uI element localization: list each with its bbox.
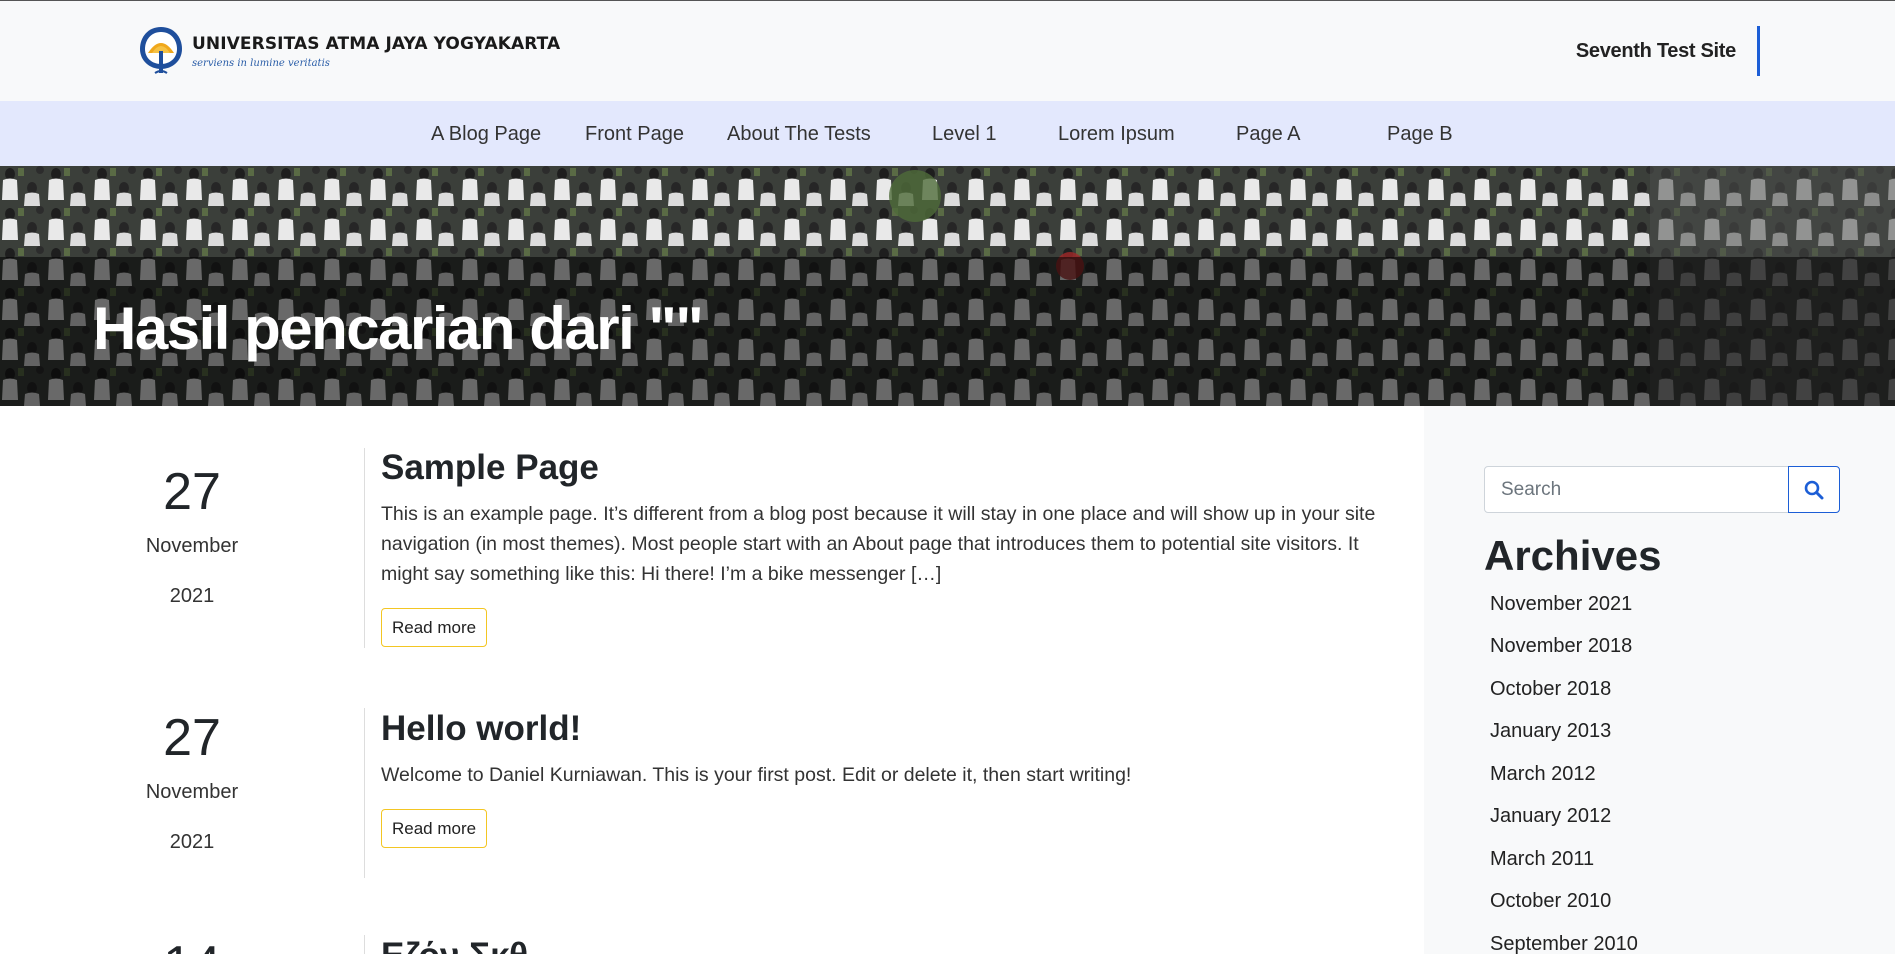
post-divider	[364, 708, 365, 878]
archive-link[interactable]: November 2021	[1490, 593, 1632, 616]
post-title[interactable]: Hello world!	[381, 709, 581, 749]
sidebar: Archives November 2021 November 2018 Oct…	[1424, 406, 1895, 954]
post-date-month: November	[145, 781, 239, 803]
main-navigation: A Blog Page Front Page About The Tests L…	[0, 101, 1895, 166]
site-title[interactable]: Seventh Test Site	[1576, 40, 1736, 63]
site-logo[interactable]: UNIVERSITAS ATMA JAYA YOGYAKARTA servien…	[138, 25, 560, 77]
post-divider	[364, 935, 365, 954]
post-date-day: 27	[163, 709, 221, 767]
nav-item-page-a[interactable]: Page A	[1236, 123, 1301, 146]
archive-link[interactable]: January 2012	[1490, 805, 1611, 828]
search-icon	[1804, 480, 1824, 499]
site-title-accent-bar	[1757, 26, 1760, 76]
nav-item-page-b[interactable]: Page B	[1387, 123, 1453, 146]
search-input[interactable]	[1484, 466, 1789, 513]
archive-link[interactable]: March 2011	[1490, 848, 1594, 871]
read-more-button[interactable]: Read more	[381, 608, 488, 647]
logo-motto: serviens in lumine veritatis	[192, 57, 330, 69]
archive-link[interactable]: October 2010	[1490, 890, 1611, 913]
nav-item-front-page[interactable]: Front Page	[585, 123, 684, 146]
nav-item-a-blog-page[interactable]: A Blog Page	[431, 123, 541, 146]
site-header: UNIVERSITAS ATMA JAYA YOGYAKARTA servien…	[0, 0, 1895, 101]
post-date-month: November	[145, 535, 239, 557]
archives-heading: Archives	[1484, 532, 1662, 579]
post-divider	[364, 448, 365, 648]
archive-link[interactable]: January 2013	[1490, 720, 1611, 743]
logo-name: UNIVERSITAS ATMA JAYA YOGYAKARTA	[192, 33, 561, 54]
archive-link[interactable]: October 2018	[1490, 678, 1611, 701]
archive-link[interactable]: March 2012	[1490, 763, 1596, 786]
post-excerpt: Welcome to Daniel Kurniawan. This is you…	[381, 764, 1132, 786]
search-button[interactable]	[1788, 466, 1840, 513]
archive-link[interactable]: November 2018	[1490, 635, 1632, 658]
university-emblem-icon	[140, 27, 182, 74]
post-date-day: 27	[163, 463, 221, 521]
post-title[interactable]: Εζόν Σκθ	[381, 936, 528, 954]
nav-item-about-the-tests[interactable]: About The Tests	[727, 123, 871, 146]
post-date-day: 14	[92, 935, 292, 954]
archive-link[interactable]: September 2010	[1490, 933, 1638, 954]
nav-item-level-1[interactable]: Level 1	[932, 123, 997, 146]
post-excerpt: This is an example page. It’s different …	[381, 503, 1376, 585]
read-more-button[interactable]: Read more	[381, 809, 488, 848]
post-date-year: 2021	[169, 831, 215, 853]
post-title[interactable]: Sample Page	[381, 448, 599, 488]
nav-item-lorem-ipsum[interactable]: Lorem Ipsum	[1058, 123, 1175, 146]
search-results-hero: Hasil pencarian dari ""	[0, 166, 1895, 406]
page-title: Hasil pencarian dari ""	[93, 295, 704, 362]
post-date-year: 2021	[169, 585, 215, 607]
